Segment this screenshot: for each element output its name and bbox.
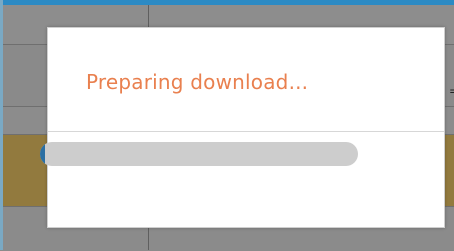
progress-bar bbox=[40, 142, 358, 166]
dialog-header: Preparing download... bbox=[48, 28, 444, 132]
progress-bar-fill bbox=[40, 142, 45, 166]
header-accent-bar bbox=[0, 0, 454, 5]
background-text-fragment: = bbox=[449, 84, 454, 98]
left-border bbox=[0, 0, 3, 250]
dialog-title: Preparing download... bbox=[86, 70, 309, 94]
download-progress-dialog: Preparing download... bbox=[47, 27, 445, 228]
